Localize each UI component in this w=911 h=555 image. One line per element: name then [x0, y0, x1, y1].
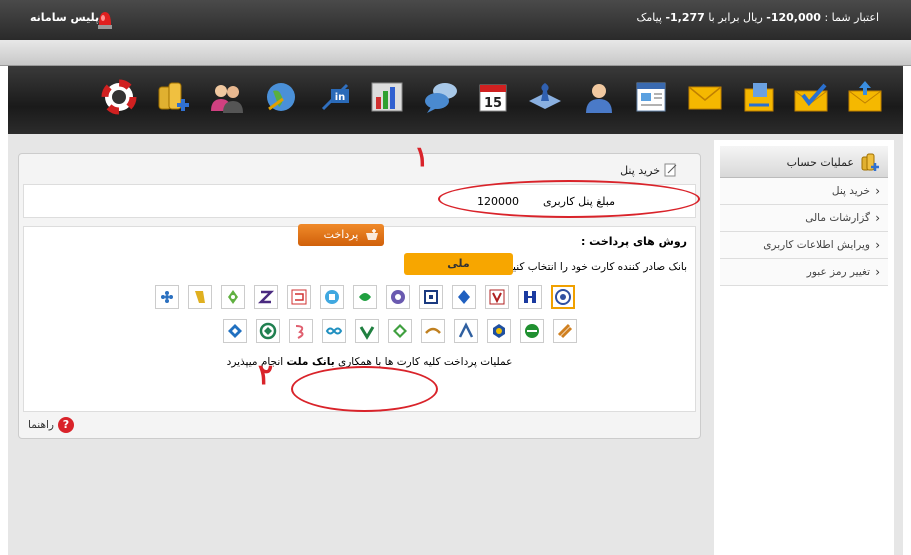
bank-select[interactable]: ملی	[404, 253, 513, 275]
annotation-ellipse-1	[438, 180, 700, 218]
credit-sms: 1,277-	[665, 11, 705, 24]
sidebar-item-financial-reports[interactable]: گزارشات مالی	[720, 205, 888, 232]
linkedin-icon[interactable]: in	[316, 78, 354, 116]
lifebuoy-icon[interactable]	[100, 78, 138, 116]
calendar-icon[interactable]: 15	[474, 78, 512, 116]
brand-name[interactable]: پلیس سامانه	[30, 11, 99, 24]
siren-icon	[98, 12, 112, 29]
payment-title: روش های پرداخت :	[580, 235, 687, 248]
annotation-number-2: ۲	[258, 358, 274, 391]
svg-text:in: in	[335, 92, 346, 103]
chess-icon[interactable]	[526, 78, 564, 116]
panel-title-text: خرید پنل	[620, 163, 660, 177]
edit-doc-icon	[664, 163, 677, 177]
bank-karafarin-icon[interactable]	[155, 285, 179, 309]
panel-title: خرید پنل	[620, 163, 678, 177]
sub-bar	[0, 40, 911, 66]
sidebar: عملیات حساب خرید پنل گزارشات مالی ویرایش…	[714, 140, 894, 555]
upload-mail-icon[interactable]	[846, 78, 884, 116]
bank-refah-icon[interactable]	[320, 285, 344, 309]
toolbar: 15 in	[8, 66, 903, 134]
bank-mellat-icon[interactable]	[518, 285, 542, 309]
note-bank: بانک ملت	[286, 356, 335, 368]
bank-eghtesad-novin-icon[interactable]	[454, 319, 478, 343]
bank-pasargad-icon[interactable]	[520, 319, 544, 343]
bar-chart-icon[interactable]	[368, 78, 406, 116]
calendar-day: 15	[484, 96, 502, 111]
credit-amount: 120,000-	[766, 11, 821, 24]
credit-mid: ریال برابر با	[704, 11, 767, 24]
sidebar-header: عملیات حساب	[720, 146, 888, 178]
bank-maskan-icon[interactable]	[287, 285, 311, 309]
bank-markazi-icon[interactable]	[223, 319, 247, 343]
annotation-ellipse-2	[291, 366, 438, 412]
sidebar-item-change-password[interactable]: تغییر رمز عبور	[720, 259, 888, 286]
bank-row-1	[155, 285, 575, 309]
coins-add-icon	[861, 153, 879, 171]
bank-select-label: بانک صادر کننده کارت خود را انتخاب کنید:	[503, 261, 687, 273]
annotation-number-1: ۱	[414, 140, 430, 173]
credit-suffix: پیامک	[636, 11, 666, 24]
users-icon[interactable]	[208, 78, 246, 116]
bank-hekmat-icon[interactable]	[355, 319, 379, 343]
help-icon: ?	[57, 417, 74, 433]
bank-gardeshgari-icon[interactable]	[322, 319, 346, 343]
user-support-icon[interactable]	[580, 78, 618, 116]
sidebar-title: عملیات حساب	[786, 156, 854, 169]
bank-row-2	[223, 319, 577, 343]
note-suffix: انجام میپذیرد	[226, 356, 287, 368]
basket-icon	[366, 229, 378, 240]
speech-bubbles-icon[interactable]	[422, 78, 460, 116]
newsletter-icon[interactable]	[632, 78, 670, 116]
sidebar-item-buy-panel[interactable]: خرید پنل	[720, 178, 888, 205]
bank-sepah-icon[interactable]	[452, 285, 476, 309]
top-bar: اعتبار شما : 120,000- ریال برابر با 1,27…	[0, 0, 911, 40]
bank-ghavamin-icon[interactable]	[256, 319, 280, 343]
bank-melli-icon[interactable]	[551, 285, 575, 309]
globe-icon[interactable]	[262, 78, 300, 116]
bank-sarmayeh-icon[interactable]	[254, 285, 278, 309]
bank-post-icon[interactable]	[353, 285, 377, 309]
bank-eghtesad-icon[interactable]	[188, 285, 212, 309]
help-label: راهنما	[28, 419, 54, 431]
bank-saderat-icon[interactable]	[485, 285, 509, 309]
bank-kar-icon[interactable]	[388, 319, 412, 343]
sidebar-item-edit-profile[interactable]: ویرایش اطلاعات کاربری	[720, 232, 888, 259]
sidebar-items: خرید پنل گزارشات مالی ویرایش اطلاعات کار…	[720, 178, 888, 286]
bank-dey-icon[interactable]	[289, 319, 313, 343]
bank-ansar-icon[interactable]	[421, 319, 445, 343]
coins-add-icon[interactable]	[154, 78, 192, 116]
check-mail-icon[interactable]	[792, 78, 830, 116]
pay-button[interactable]: پرداخت	[298, 224, 384, 246]
credit-prefix: اعتبار شما :	[820, 11, 879, 24]
bank-tejarat-icon[interactable]	[419, 285, 443, 309]
bank-saman-icon[interactable]	[487, 319, 511, 343]
pay-button-label: پرداخت	[323, 228, 359, 241]
bank-parsian-icon[interactable]	[221, 285, 245, 309]
help-link[interactable]: ? راهنما	[28, 417, 74, 433]
phonebook-mail-icon[interactable]	[740, 78, 778, 116]
credit-info: اعتبار شما : 120,000- ریال برابر با 1,27…	[636, 11, 879, 24]
bank-keshavarzi-icon[interactable]	[386, 285, 410, 309]
mail-icon[interactable]	[686, 78, 724, 116]
bank-sina-icon[interactable]	[553, 319, 577, 343]
